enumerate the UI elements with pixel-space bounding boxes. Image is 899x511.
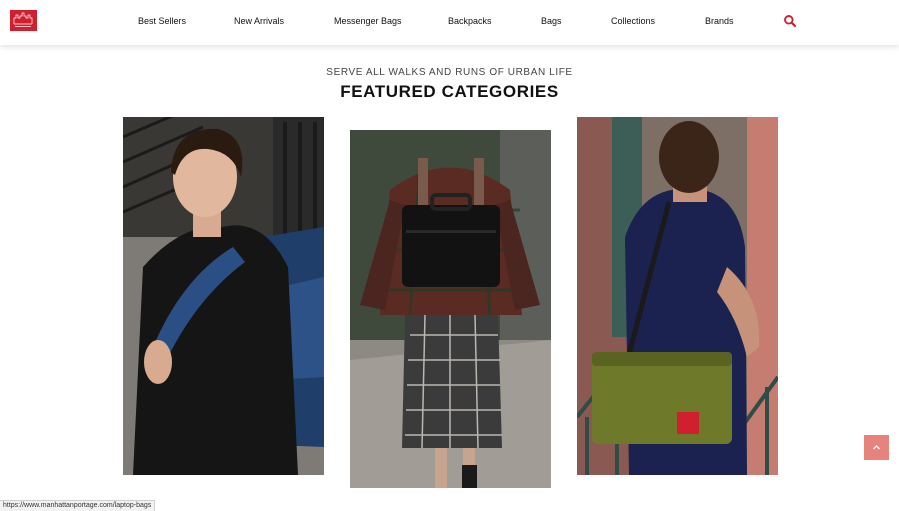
nav-new-arrivals[interactable]: New Arrivals bbox=[234, 16, 284, 27]
nav-messenger-bags[interactable]: Messenger Bags bbox=[334, 16, 402, 27]
nav-best-sellers[interactable]: Best Sellers bbox=[138, 16, 186, 27]
nav-brands[interactable]: Brands bbox=[705, 16, 734, 27]
category-card-laptop-bags[interactable] bbox=[350, 130, 551, 488]
nav-bags[interactable]: Bags bbox=[541, 16, 562, 27]
category-card-backpacks[interactable] bbox=[123, 117, 324, 475]
man-with-blue-backpack-image bbox=[123, 117, 324, 475]
man-with-green-messenger-bag-image bbox=[577, 117, 778, 475]
skyline-logo-icon bbox=[10, 10, 37, 31]
brand-logo[interactable] bbox=[10, 10, 37, 31]
section-title: FEATURED CATEGORIES bbox=[340, 82, 559, 101]
browser-status-url: https://www.manhattanportage.com/laptop-… bbox=[0, 500, 156, 511]
chevron-up-icon bbox=[873, 445, 880, 450]
section-tagline: SERVE ALL WALKS AND RUNS OF URBAN LIFE bbox=[326, 67, 573, 78]
site-header: Best Sellers New Arrivals Messenger Bags… bbox=[0, 0, 899, 45]
category-card-messenger-bags[interactable] bbox=[577, 117, 778, 475]
search-icon[interactable] bbox=[783, 14, 797, 28]
woman-in-plaid-with-black-laptop-backpack-image bbox=[350, 130, 551, 488]
scroll-to-top-button[interactable] bbox=[864, 435, 889, 460]
nav-collections[interactable]: Collections bbox=[611, 16, 655, 27]
nav-backpacks[interactable]: Backpacks bbox=[448, 16, 492, 27]
